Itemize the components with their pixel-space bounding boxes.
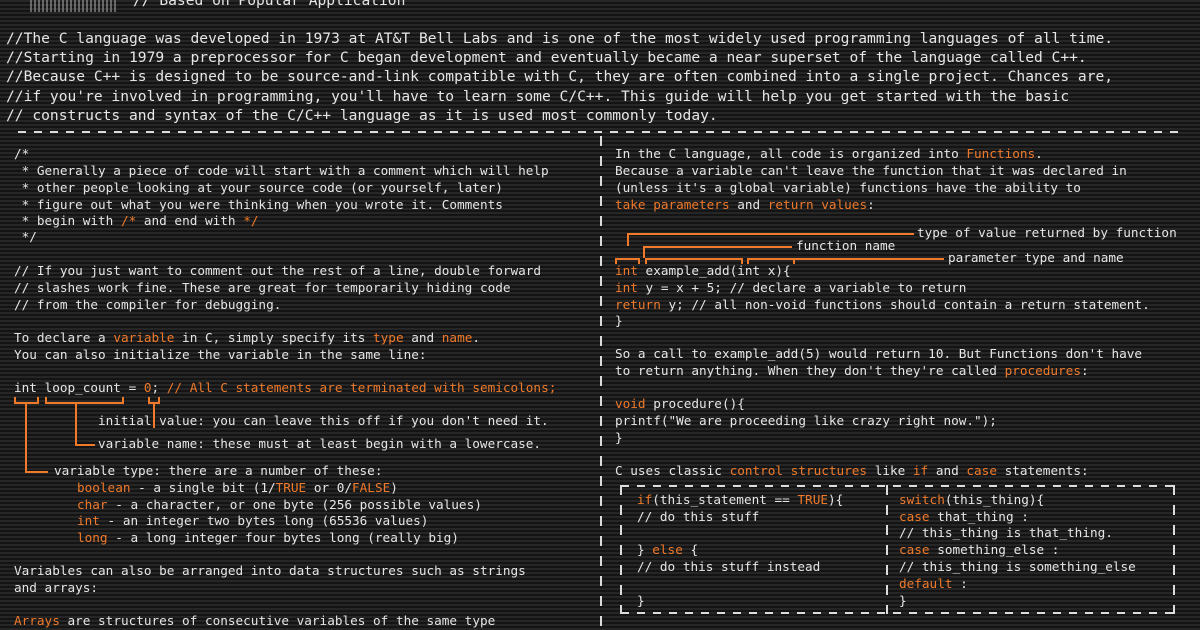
initial-value-note: initial value: you can leave this off if… [98, 413, 549, 428]
declare-text: To declare a variable in C, simply speci… [14, 330, 480, 345]
procedure-code-line: void procedure(){ [615, 396, 745, 411]
function-code-line: int example_add(int x){ [615, 263, 791, 278]
variable-name-note: variable name: these must at least begin… [98, 436, 542, 451]
function-code-line: } [615, 313, 623, 328]
return-type-label: type of value returned by function [917, 225, 1177, 240]
type-item: int - an integer two bytes long (65536 v… [77, 513, 429, 528]
if-code-line: // do this stuff [637, 509, 760, 524]
intro-line: // constructs and syntax of the C/C++ la… [6, 107, 718, 124]
type-leader-line [25, 404, 27, 472]
comment-line: * other people looking at your source co… [14, 180, 503, 195]
if-code-line: if(this_statement == TRUE){ [637, 492, 844, 507]
type-leader-line [25, 471, 48, 473]
control-box-border [621, 485, 1175, 487]
control-box-border [620, 485, 622, 614]
comment-line: /* [14, 146, 30, 161]
comment-line: // If you just want to comment out the r… [14, 263, 542, 278]
arrays-text: Arrays are structures of consecutive var… [14, 613, 496, 628]
control-text: C uses classic control structures like i… [615, 463, 1089, 478]
function-code-line: return y; // all non-void functions shou… [615, 297, 1150, 312]
comment-line: // from the compiler for debugging. [14, 297, 282, 312]
return-type-leader [627, 233, 629, 246]
intro-line: //if you're involved in programming, you… [6, 88, 1070, 105]
comment-line: * begin with /* and end with */ [14, 213, 259, 228]
switch-code-line: switch(this_thing){ [899, 492, 1045, 507]
variable-type-note: variable type: there are a number of the… [54, 463, 383, 478]
type-item: long - a long integer four bytes long (r… [77, 530, 459, 545]
comment-line: * figure out what you were thinking when… [14, 197, 503, 212]
value-bracket [148, 397, 160, 404]
intro-line: //Starting in 1979 a preprocessor for C … [6, 49, 1087, 66]
control-box-border [1173, 485, 1175, 614]
declaration-code: int loop_count = 0; // All C statements … [14, 380, 557, 395]
call-text: So a call to example_add(5) would return… [615, 346, 1143, 361]
procedure-code-line: } [615, 430, 623, 445]
type-bracket [14, 397, 39, 404]
type-item: char - a character, or one byte (256 pos… [77, 497, 482, 512]
functions-intro: In the C language, all code is organized… [615, 146, 1043, 161]
return-type-leader [627, 233, 914, 235]
control-box-border [621, 612, 1175, 614]
structures-text: and arrays: [14, 580, 99, 595]
function-name-leader [643, 246, 792, 248]
functions-intro: take parameters and return values: [615, 197, 875, 212]
section-divider [18, 131, 1182, 133]
call-text: to return anything. When they don't they… [615, 363, 1089, 378]
procedure-code-line: printf("We are proceeding like crazy rig… [615, 413, 997, 428]
name-bracket [45, 397, 124, 404]
logo-graphic [30, 0, 116, 12]
structures-text: Variables can also be arranged into data… [14, 563, 526, 578]
switch-code-line: } [899, 593, 907, 608]
switch-code-line: default : [899, 576, 968, 591]
comment-line: * Generally a piece of code will start w… [14, 163, 549, 178]
declare-text: You can also initialize the variable in … [14, 347, 427, 362]
if-code-line: } [637, 593, 645, 608]
name-leader-line [75, 444, 95, 446]
functions-intro: (unless it's a global variable) function… [615, 180, 1081, 195]
function-name-label: function name [796, 238, 896, 253]
function-code-line: int y = x + 5; // declare a variable to … [615, 280, 967, 295]
switch-code-line: // this_thing is that_thing. [899, 525, 1113, 540]
switch-code-line: // this_thing is something_else [899, 559, 1136, 574]
page-subtitle: // Based on Popular Application [133, 0, 406, 9]
type-item: boolean - a single bit (1/TRUE or 0/FALS… [77, 480, 398, 495]
if-code-line: // do this stuff instead [637, 559, 821, 574]
comment-line: // slashes work fine. These are great fo… [14, 280, 511, 295]
name-leader-line [75, 404, 77, 445]
control-box-border [886, 485, 888, 614]
function-name-leader [643, 246, 645, 258]
column-divider [600, 136, 602, 630]
intro-line: //Because C++ is designed to be source-a… [6, 68, 1114, 85]
parameter-label: parameter type and name [948, 250, 1124, 265]
if-code-line: } else { [637, 542, 699, 557]
intro-line: //The C language was developed in 1973 a… [6, 30, 1114, 47]
functions-intro: Because a variable can't leave the funct… [615, 163, 1127, 178]
comment-line: */ [14, 229, 37, 244]
switch-code-line: case that_thing : [899, 509, 1029, 524]
switch-code-line: case something_else : [899, 542, 1060, 557]
